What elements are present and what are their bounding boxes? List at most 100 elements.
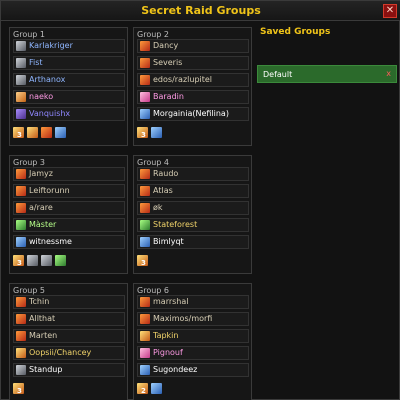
warrior-class-icon xyxy=(140,169,150,179)
saved-groups-title: Saved Groups xyxy=(260,27,331,37)
group-title: Group 4 xyxy=(137,158,169,167)
hunter-class-icon xyxy=(140,220,150,230)
buff-count: 3 xyxy=(17,131,22,139)
warrior-class-icon xyxy=(16,331,26,341)
raid-member-row[interactable]: a/rare xyxy=(13,201,125,215)
remove-saved-group-button[interactable]: x xyxy=(386,69,391,78)
member-name: Pignouf xyxy=(153,348,183,357)
group-buffs: 3 xyxy=(137,126,249,140)
raid-member-row[interactable]: Leiftorunn xyxy=(13,184,125,198)
group-buffs: 3 xyxy=(13,126,125,140)
shaman-class-icon xyxy=(140,237,150,247)
raid-group-panel: Group 6 marrshal Maximos/morfi Tapkin Pignou… xyxy=(133,283,252,400)
close-button[interactable]: ✕ xyxy=(383,4,397,18)
saved-group-item-default[interactable]: Default x xyxy=(257,65,397,83)
arcane-class-icon xyxy=(16,109,26,119)
saved-groups-panel: Saved Groups Default x xyxy=(256,23,398,399)
raid-member-row[interactable]: Jamyz xyxy=(13,167,125,181)
member-name: Sugondeez xyxy=(153,365,198,374)
raid-member-row[interactable]: Vanquishx xyxy=(13,107,125,121)
member-name: Oopsii/Chancey xyxy=(29,348,92,357)
rally-buff-icon xyxy=(27,127,38,138)
raid-member-row[interactable]: Allthat xyxy=(13,312,125,326)
raid-member-row[interactable]: marrshal xyxy=(137,295,249,309)
raid-member-row[interactable]: Atlas xyxy=(137,184,249,198)
member-name: Karlakriger xyxy=(29,41,73,50)
group-buffs: 3 xyxy=(13,382,125,396)
title-bar: Secret Raid Groups ✕ xyxy=(1,1,400,21)
warrior-class-icon xyxy=(140,41,150,51)
raid-member-row[interactable]: Maximos/morfi xyxy=(137,312,249,326)
ice-buff-icon xyxy=(151,127,162,138)
fire-class-icon xyxy=(16,92,26,102)
warrior-class-icon xyxy=(16,169,26,179)
member-name: Dancy xyxy=(153,41,179,50)
member-name: Atlas xyxy=(153,186,173,195)
member-name: naeko xyxy=(29,92,54,101)
raid-member-row[interactable]: edos/razlupitel xyxy=(137,73,249,87)
warrior-class-icon xyxy=(140,314,150,324)
member-name: Tchin xyxy=(29,297,50,306)
window-title: Secret Raid Groups xyxy=(141,4,261,17)
raid-member-row[interactable]: Màster xyxy=(13,218,125,232)
group-buffs: 3 xyxy=(137,254,249,268)
frost-class-icon xyxy=(140,365,150,375)
raid-member-row[interactable]: Pignouf xyxy=(137,346,249,360)
frost-class-icon xyxy=(140,109,150,119)
raid-member-row[interactable]: Baradin xyxy=(137,90,249,104)
raid-member-row[interactable]: Oopsii/Chancey xyxy=(13,346,125,360)
group-buffs: 2 xyxy=(137,382,249,396)
member-name: Baradin xyxy=(153,92,184,101)
member-name: edos/razlupitel xyxy=(153,75,213,84)
raid-member-row[interactable]: Tapkin xyxy=(137,329,249,343)
raid-member-row[interactable]: witnessme xyxy=(13,235,125,249)
rogue-class-icon xyxy=(140,331,150,341)
group-buffs: 3 xyxy=(13,254,125,268)
shield-class-icon xyxy=(16,41,26,51)
rogue-class-icon xyxy=(16,348,26,358)
group-title: Group 6 xyxy=(137,286,169,295)
warrior-class-icon xyxy=(140,203,150,213)
member-name: øk xyxy=(153,203,163,212)
member-name: Maximos/morfi xyxy=(153,314,213,323)
group-title: Group 3 xyxy=(13,158,45,167)
ghost-wolf-buff-icon xyxy=(41,255,52,266)
member-name: Standup xyxy=(29,365,63,374)
raid-group-panel: Group 2 Dancy Severis edos/razlupitel Baradi… xyxy=(133,27,252,146)
raid-member-row[interactable]: Dancy xyxy=(137,39,249,53)
raid-member-row[interactable]: naeko xyxy=(13,90,125,104)
warrior-class-icon xyxy=(16,297,26,307)
raid-member-row[interactable]: Fist xyxy=(13,56,125,70)
member-name: Màster xyxy=(29,220,57,229)
member-name: Tapkin xyxy=(153,331,179,340)
member-name: Marten xyxy=(29,331,58,340)
raid-member-row[interactable]: Sugondeez xyxy=(137,363,249,377)
group-title: Group 1 xyxy=(13,30,45,39)
member-name: Stateforest xyxy=(153,220,198,229)
buff-count: 3 xyxy=(17,387,22,395)
warrior-class-icon xyxy=(16,203,26,213)
poison-buff-icon xyxy=(55,255,66,266)
member-name: Allthat xyxy=(29,314,56,323)
raid-member-row[interactable]: Raudo xyxy=(137,167,249,181)
ice-buff-icon xyxy=(151,383,162,394)
shaman-class-icon xyxy=(16,237,26,247)
raid-member-row[interactable]: Tchin xyxy=(13,295,125,309)
member-name: Severis xyxy=(153,58,183,67)
raid-member-row[interactable]: Standup xyxy=(13,363,125,377)
raid-member-row[interactable]: Severis xyxy=(137,56,249,70)
warrior-class-icon xyxy=(140,75,150,85)
raid-member-row[interactable]: Stateforest xyxy=(137,218,249,232)
raid-member-row[interactable]: Morgainia(Nefilina) xyxy=(137,107,249,121)
warrior-class-icon xyxy=(140,297,150,307)
warrior-class-icon xyxy=(16,314,26,324)
member-name: Bimlyqt xyxy=(153,237,184,246)
raid-member-row[interactable]: Bimlyqt xyxy=(137,235,249,249)
raid-group-panel: Group 1 Karlakriger Fist Arthanox naeko Vanqu… xyxy=(9,27,128,146)
raid-group-panel: Group 4 Raudo Atlas øk Stateforest Bimlyqt 3 xyxy=(133,155,252,274)
raid-member-row[interactable]: Arthanox xyxy=(13,73,125,87)
raid-member-row[interactable]: øk xyxy=(137,201,249,215)
member-name: Fist xyxy=(29,58,43,67)
raid-member-row[interactable]: Marten xyxy=(13,329,125,343)
raid-member-row[interactable]: Karlakriger xyxy=(13,39,125,53)
